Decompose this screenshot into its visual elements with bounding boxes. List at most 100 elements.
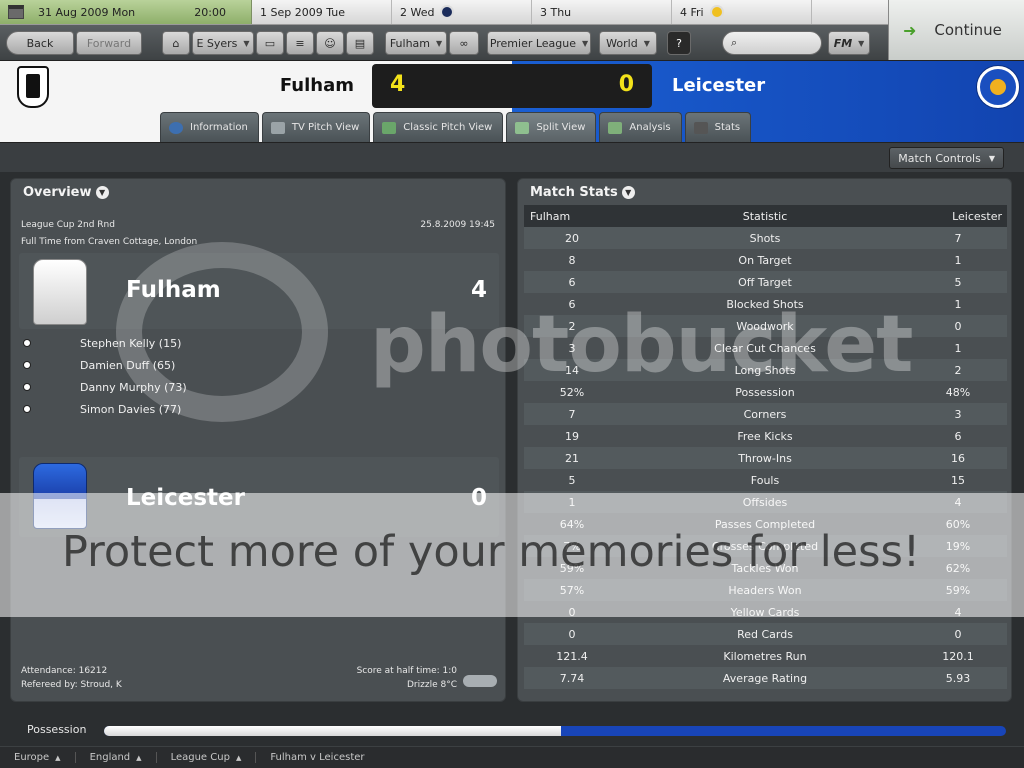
stat-home-value: 64% — [559, 517, 585, 531]
stat-name: Woodwork — [736, 319, 794, 333]
table-row: 8 On Target 1 — [524, 249, 1007, 271]
sub-bar: Match Controls ▼ — [0, 142, 1024, 172]
stat-away-value: 2 — [954, 363, 962, 377]
scout-button[interactable]: ☺ — [316, 31, 344, 55]
league-menu[interactable]: Premier League ▼ — [487, 31, 591, 55]
inbox-button[interactable]: ▭ — [256, 31, 284, 55]
chevron-down-icon[interactable]: ▼ — [95, 186, 109, 199]
stat-name: Passes Completed — [714, 517, 816, 531]
table-row: 6 Off Target 5 — [524, 271, 1007, 293]
club-label: Fulham — [389, 36, 431, 50]
day-cell[interactable]: 4 Fri — [672, 0, 812, 24]
table-row: 7% Crosses Completed 19% — [524, 535, 1007, 557]
world-menu[interactable]: World ▼ — [599, 31, 657, 55]
stats-header-away[interactable]: Leicester — [910, 210, 1006, 223]
tab-classic-pitch-view[interactable]: Classic Pitch View — [373, 112, 504, 142]
home-button[interactable]: ⌂ — [162, 31, 190, 55]
stat-home-value: 0 — [568, 627, 576, 641]
breadcrumb-item[interactable]: Fulham v Leicester — [256, 752, 378, 763]
day-label: 2 Wed — [400, 5, 435, 19]
table-row: 57% Headers Won 59% — [524, 579, 1007, 601]
tab-analysis[interactable]: Analysis — [599, 112, 682, 142]
stat-home-value: 6 — [568, 297, 576, 311]
overview-panel: Overview ▼ League Cup 2nd Rnd 25.8.2009 1… — [10, 178, 506, 702]
goal-scorer[interactable]: Danny Murphy (73) — [80, 381, 187, 394]
breadcrumb-item[interactable]: England ▲ — [76, 752, 157, 763]
day-cell[interactable]: 3 Thu — [532, 0, 672, 24]
stat-name: Yellow Cards — [730, 605, 800, 619]
tab-information[interactable]: Information — [160, 112, 259, 142]
stat-home-value: 20 — [565, 231, 579, 245]
leicester-crest-icon[interactable] — [977, 66, 1019, 108]
stat-home-value: 14 — [565, 363, 579, 377]
overview-away-team[interactable]: Leicester — [126, 485, 245, 511]
back-button[interactable]: Back — [6, 31, 74, 55]
home-kit-icon — [33, 259, 87, 325]
away-team-name[interactable]: Leicester — [672, 75, 765, 96]
table-row: 0 Red Cards 0 — [524, 623, 1007, 645]
stats-icon — [693, 121, 708, 134]
day-cell[interactable]: 1 Sep 2009 Tue — [252, 0, 392, 24]
match-controls-button[interactable]: Match Controls ▼ — [889, 147, 1004, 169]
breadcrumb-item[interactable]: League Cup ▲ — [157, 752, 257, 763]
referee[interactable]: Refereed by: Stroud, K — [21, 680, 122, 690]
chevron-up-icon: ▲ — [235, 753, 242, 762]
overview-title[interactable]: Overview ▼ — [23, 185, 109, 200]
home-team-name[interactable]: Fulham — [280, 75, 354, 96]
stat-name: Red Cards — [737, 627, 793, 641]
chevron-down-icon[interactable]: ▼ — [621, 186, 635, 199]
search-icon: ⌕ — [731, 36, 738, 49]
tab-tv-pitch-view[interactable]: TV Pitch View — [261, 112, 371, 142]
notes-button[interactable]: ▤ — [346, 31, 374, 55]
stat-away-value: 4 — [954, 605, 962, 619]
stat-name: Tackles Won — [731, 561, 799, 575]
breadcrumb-item[interactable]: Europe ▲ — [0, 752, 76, 763]
match-datetime: 25.8.2009 19:45 — [420, 220, 495, 230]
overview-home-team[interactable]: Fulham — [126, 277, 221, 303]
stat-name: Headers Won — [728, 583, 802, 597]
stat-name: Clear Cut Chances — [714, 341, 816, 355]
stat-away-value: 3 — [954, 407, 962, 421]
breadcrumb: Europe ▲ England ▲ League Cup ▲ Fulham v Le… — [0, 746, 1024, 768]
news-button[interactable]: ≡ — [286, 31, 314, 55]
chevron-down-icon: ▼ — [988, 153, 995, 163]
scouting-button[interactable]: ∞ — [449, 31, 479, 55]
table-row: 2 Woodwork 0 — [524, 315, 1007, 337]
stats-header-home[interactable]: Fulham — [524, 210, 620, 223]
football-icon — [23, 339, 31, 347]
club-menu[interactable]: Fulham ▼ — [385, 31, 447, 55]
current-date-cell[interactable]: 31 Aug 2009 Mon 20:00 — [0, 0, 252, 24]
news-icon: ≡ — [295, 36, 305, 50]
stat-home-value: 57% — [559, 583, 585, 597]
info-icon — [169, 121, 183, 134]
continue-button[interactable]: ➜ Continue — [888, 0, 1024, 60]
table-row: 59% Tackles Won 62% — [524, 557, 1007, 579]
stat-name: Shots — [749, 231, 781, 245]
search-input[interactable]: ⌕ — [722, 31, 822, 55]
fm-menu[interactable]: FM ▼ — [828, 31, 870, 55]
calendar-icon[interactable] — [8, 5, 24, 19]
goal-scorer[interactable]: Stephen Kelly (15) — [80, 337, 181, 350]
goal-scorer[interactable]: Damien Duff (65) — [80, 359, 175, 372]
fulham-crest-icon[interactable] — [17, 66, 49, 108]
match-stats-title[interactable]: Match Stats ▼ — [530, 185, 635, 200]
home-icon: ⌂ — [172, 36, 180, 50]
tab-label: Analysis — [629, 122, 671, 133]
day-cell[interactable]: 2 Wed — [392, 0, 532, 24]
stat-name: On Target — [738, 253, 792, 267]
split-view-icon — [515, 121, 530, 134]
tab-label: Information — [190, 122, 248, 133]
stat-home-value: 3 — [568, 341, 576, 355]
competition[interactable]: League Cup 2nd Rnd — [21, 220, 115, 230]
help-button[interactable]: ? — [667, 31, 691, 55]
goal-scorer[interactable]: Simon Davies (77) — [80, 403, 181, 416]
stat-away-value: 4 — [954, 495, 962, 509]
forward-button[interactable]: Forward — [76, 31, 142, 55]
manager-menu[interactable]: E Syers ▼ — [192, 31, 254, 55]
tab-stats[interactable]: Stats — [684, 112, 752, 142]
table-row: 21 Throw-Ins 16 — [524, 447, 1007, 469]
stats-header-statistic: Statistic — [742, 209, 788, 223]
chevron-down-icon: ▼ — [858, 38, 865, 48]
tab-split-view[interactable]: Split View — [506, 112, 597, 142]
stat-away-value: 59% — [945, 583, 971, 597]
